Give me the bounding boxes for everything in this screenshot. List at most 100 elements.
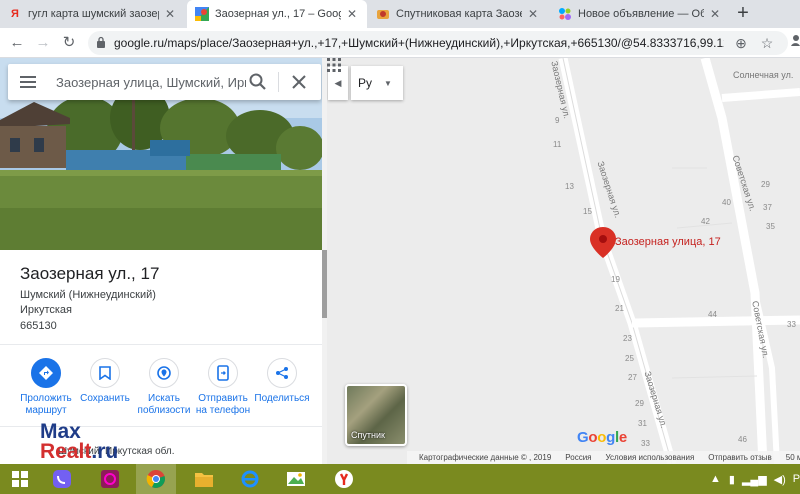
house-number: 35	[766, 222, 775, 231]
profile-icon[interactable]	[790, 32, 800, 54]
scale-label[interactable]: 50 м	[786, 453, 800, 462]
divider	[0, 344, 322, 345]
google-logo: Google	[577, 429, 627, 446]
tab-title: Новое объявление — Объяв	[578, 8, 704, 20]
house-number: 44	[708, 310, 717, 319]
search-nearby-button[interactable]: Искать поблизости	[130, 358, 198, 417]
address-line: Шумский (Нижнеудинский)	[20, 289, 156, 301]
house-number: 11	[553, 140, 562, 149]
hamburger-menu-icon[interactable]	[20, 75, 36, 89]
place-panel: Заозерная ул., 17 Шумский (Нижнеудинский…	[0, 58, 327, 464]
house-number: 9	[555, 116, 560, 125]
search-input[interactable]	[56, 72, 246, 92]
chevron-down-icon: ▼	[384, 78, 392, 88]
photo-app-icon[interactable]	[276, 464, 316, 494]
country-link[interactable]: Россия	[565, 453, 591, 462]
tab-title: гугл карта шумский заозерн	[28, 8, 159, 20]
map-footer: Картографические данные © , 2019 Россия …	[407, 451, 800, 464]
browser-toolbar: ← → ↻ google.ru/maps/place/Заозерная+ул.…	[0, 28, 800, 58]
house-number: 33	[787, 320, 796, 329]
language-label: Ру	[358, 76, 373, 90]
share-icon	[267, 358, 297, 388]
volume-icon[interactable]: ◀)	[774, 473, 786, 486]
send-to-phone-button[interactable]: Отправить на телефон	[189, 358, 257, 417]
windows-start-icon[interactable]	[0, 464, 40, 494]
street-label: Солнечная ул.	[733, 70, 794, 80]
tab-search[interactable]: Я гугл карта шумский заозерн ✕	[0, 0, 185, 28]
house-number: 37	[763, 203, 772, 212]
satellite-toggle[interactable]: Спутник	[345, 384, 407, 446]
feedback-link[interactable]: Отправить отзыв	[708, 453, 772, 462]
viber-icon[interactable]	[42, 464, 82, 494]
search-icon[interactable]	[248, 72, 268, 92]
house-number: 29	[635, 399, 644, 408]
yandex-browser-icon[interactable]	[324, 464, 364, 494]
house-number: 27	[628, 373, 637, 382]
nearby-icon	[149, 358, 179, 388]
place-title: Заозерная ул., 17	[20, 264, 160, 283]
new-tab-button[interactable]: +	[732, 2, 754, 26]
share-button[interactable]: Поделиться	[248, 358, 316, 405]
panel-scrollbar[interactable]	[322, 58, 327, 464]
close-icon[interactable]	[291, 74, 307, 90]
close-tab-icon[interactable]: ✕	[163, 7, 177, 21]
close-tab-icon[interactable]: ✕	[526, 7, 540, 21]
action-label: Проложить	[20, 393, 72, 404]
bookmark-star-icon[interactable]: ☆	[758, 34, 776, 52]
map-site-icon	[376, 7, 390, 21]
address-line: Иркутская	[20, 304, 73, 316]
close-tab-icon[interactable]: ✕	[708, 7, 722, 21]
directions-button[interactable]: Проложить маршрут	[12, 358, 80, 417]
save-button[interactable]: Сохранить	[71, 358, 139, 405]
action-label: поблизости	[137, 405, 191, 416]
tab-google-maps[interactable]: Заозерная ул., 17 – Google К ✕	[187, 0, 367, 28]
house-number: 40	[722, 198, 731, 207]
tab-satellite-map[interactable]: Спутниковая карта Заозерна ✕	[368, 0, 548, 28]
map-copyright: Картографические данные © , 2019	[419, 453, 552, 462]
search-divider	[278, 72, 279, 92]
internet-explorer-icon[interactable]	[230, 464, 270, 494]
house-number: 15	[583, 207, 592, 216]
signal-icon[interactable]: ▂▄▆	[742, 473, 767, 486]
chrome-icon[interactable]	[136, 464, 176, 494]
address-bar[interactable]: google.ru/maps/place/Заозерная+ул.,+17,+…	[88, 31, 788, 55]
house-number: 25	[625, 354, 634, 363]
house-number: 29	[761, 180, 770, 189]
action-label: Сохранить	[80, 393, 130, 404]
system-tray: ▲ ▮ ▂▄▆ ◀) РУ	[710, 464, 800, 494]
file-explorer-icon[interactable]	[184, 464, 224, 494]
map-canvas[interactable]: Заозерная ул. Заозерная ул. Заозерная ул…	[327, 58, 800, 464]
search-box	[8, 64, 321, 100]
address-line: 665130	[20, 320, 57, 332]
house-number: 23	[623, 334, 632, 343]
house-number: 33	[641, 439, 650, 448]
apps-grid-icon[interactable]	[327, 58, 341, 72]
house-number: 13	[565, 182, 574, 191]
language-selector[interactable]: Ру ▼	[351, 66, 403, 100]
battery-icon[interactable]: ▮	[729, 473, 735, 486]
yandex-icon: Я	[11, 8, 19, 20]
satellite-label: Спутник	[351, 430, 385, 440]
chevron-up-icon[interactable]: ▲	[710, 473, 721, 485]
forward-arrow-icon[interactable]: →	[32, 32, 54, 54]
back-arrow-icon[interactable]: ←	[6, 32, 28, 54]
url-text[interactable]: google.ru/maps/place/Заозерная+ул.,+17,+…	[114, 36, 724, 50]
lock-icon	[97, 36, 105, 48]
add-icon[interactable]: ⊕	[732, 34, 750, 52]
browser-tab-strip: Я гугл карта шумский заозерн ✕ Заозерная…	[0, 0, 800, 28]
reload-icon[interactable]: ↻	[58, 32, 80, 54]
action-label: Отправить	[198, 393, 248, 404]
tab-title: Заозерная ул., 17 – Google К	[215, 8, 341, 20]
tray-language[interactable]: РУ	[793, 473, 800, 485]
scrollbar-thumb[interactable]	[322, 250, 327, 318]
house-number: 42	[701, 217, 710, 226]
terms-link[interactable]: Условия использования	[606, 453, 695, 462]
close-tab-icon[interactable]: ✕	[345, 7, 359, 21]
google-maps-icon	[195, 7, 209, 21]
action-label: Искать	[148, 393, 180, 404]
pin-label[interactable]: Заозерная улица, 17	[615, 236, 721, 248]
app-icon[interactable]	[90, 464, 130, 494]
house-number: 21	[615, 304, 624, 313]
tab-new-listing[interactable]: Новое объявление — Объяв ✕	[550, 0, 730, 28]
house-number: 46	[738, 435, 747, 444]
